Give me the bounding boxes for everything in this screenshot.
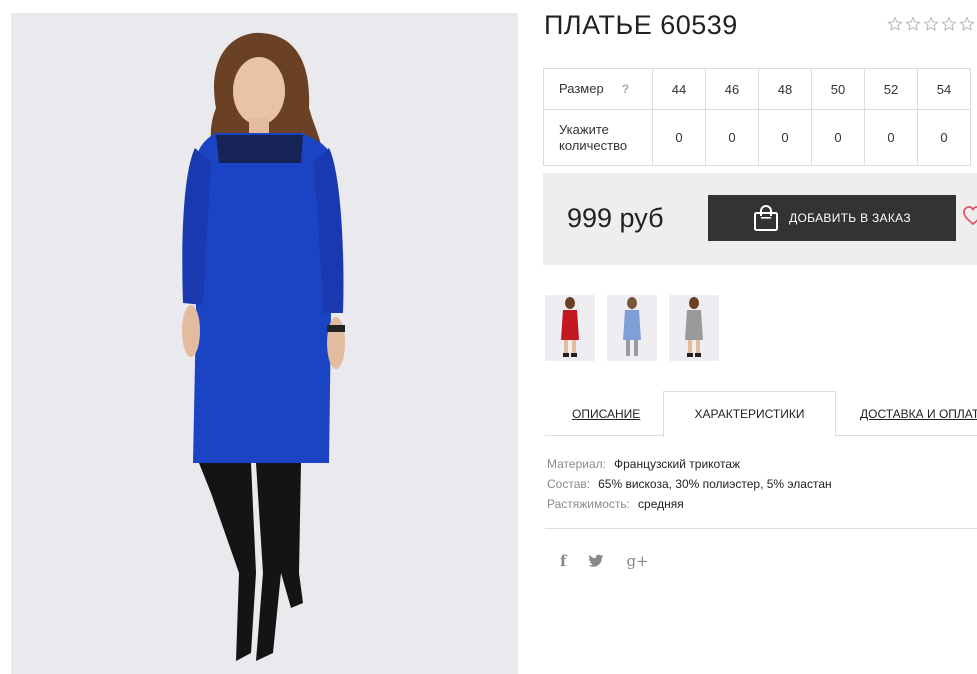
star-icon[interactable] xyxy=(941,16,957,32)
tab-description-label: ОПИСАНИЕ xyxy=(572,406,641,421)
quantity-input[interactable]: 0 xyxy=(705,109,759,166)
star-icon[interactable] xyxy=(905,16,921,32)
star-icon[interactable] xyxy=(923,16,939,32)
size-cell: 52 xyxy=(864,68,918,110)
google-plus-icon[interactable]: g+ xyxy=(626,552,648,570)
price: 999 руб xyxy=(567,203,664,233)
spec-row-material: Материал: Французский трикотаж xyxy=(547,454,832,474)
size-row: Размер? 44 46 48 50 52 54 xyxy=(543,68,971,110)
size-table: Размер? 44 46 48 50 52 54 Укажите количе… xyxy=(543,68,971,166)
size-cell: 44 xyxy=(652,68,706,110)
spec-value: средняя xyxy=(638,497,684,511)
tab-delivery-payment[interactable]: ДОСТАВКА И ОПЛАТА xyxy=(860,391,977,436)
add-to-order-button[interactable]: ДОБАВИТЬ В ЗАКАЗ xyxy=(708,195,956,241)
size-cell: 50 xyxy=(811,68,865,110)
thumbnail-grey[interactable] xyxy=(669,295,719,361)
thumbnail-light-blue[interactable] xyxy=(607,295,657,361)
facebook-icon[interactable]: f xyxy=(560,552,566,570)
spec-key: Состав: xyxy=(547,477,591,491)
spec-row-composition: Состав: 65% вискоза, 30% полиэстер, 5% эл… xyxy=(547,474,832,494)
thumbnail-red[interactable] xyxy=(545,295,595,361)
shopping-bag-icon xyxy=(754,205,779,231)
quantity-label-cell: Укажите количество xyxy=(543,109,653,166)
rating-stars[interactable] xyxy=(887,16,975,32)
star-icon[interactable] xyxy=(959,16,975,32)
quantity-input[interactable]: 0 xyxy=(652,109,706,166)
size-cell: 54 xyxy=(917,68,971,110)
heart-icon[interactable] xyxy=(963,205,977,227)
size-cell: 46 xyxy=(705,68,759,110)
add-to-order-label: ДОБАВИТЬ В ЗАКАЗ xyxy=(789,211,911,225)
star-icon[interactable] xyxy=(887,16,903,32)
tab-delivery-payment-label: ДОСТАВКА И ОПЛАТА xyxy=(860,406,977,421)
quantity-input[interactable]: 0 xyxy=(811,109,865,166)
tab-description[interactable]: ОПИСАНИЕ xyxy=(572,391,640,436)
price-panel: 999 руб ДОБАВИТЬ В ЗАКАЗ xyxy=(543,173,977,265)
size-label-cell: Размер? xyxy=(543,68,653,110)
spec-value: Французский трикотаж xyxy=(613,457,741,471)
social-share: f g+ xyxy=(560,552,649,570)
quantity-input[interactable]: 0 xyxy=(864,109,918,166)
characteristics-list: Материал: Французский трикотаж Состав: 65%… xyxy=(547,454,832,514)
spec-value: 65% вискоза, 30% полиэстер, 5% эластан xyxy=(598,477,832,491)
spec-key: Материал: xyxy=(547,457,606,471)
quantity-label-line2: количество xyxy=(559,137,628,153)
tab-characteristics-label: ХАРАКТЕРИСТИКИ xyxy=(694,407,805,421)
tab-characteristics[interactable]: ХАРАКТЕРИСТИКИ xyxy=(663,391,836,437)
product-main-image[interactable] xyxy=(11,13,518,674)
size-label: Размер xyxy=(559,81,604,96)
color-thumbnails xyxy=(545,295,719,361)
size-help-icon[interactable]: ? xyxy=(622,81,629,97)
product-title: ПЛАТЬЕ 60539 xyxy=(544,10,738,40)
section-divider xyxy=(545,528,977,529)
quantity-row: Укажите количество 0 0 0 0 0 0 xyxy=(543,109,971,166)
twitter-bird-icon[interactable] xyxy=(588,554,604,568)
product-tabs: ОПИСАНИЕ ХАРАКТЕРИСТИКИ ДОСТАВКА И ОПЛАТ… xyxy=(545,391,977,437)
spec-key: Растяжимость: xyxy=(547,497,631,511)
quantity-input[interactable]: 0 xyxy=(917,109,971,166)
quantity-input[interactable]: 0 xyxy=(758,109,812,166)
quantity-label-line1: Укажите xyxy=(559,121,609,137)
spec-row-stretch: Растяжимость: средняя xyxy=(547,494,832,514)
size-cell: 48 xyxy=(758,68,812,110)
